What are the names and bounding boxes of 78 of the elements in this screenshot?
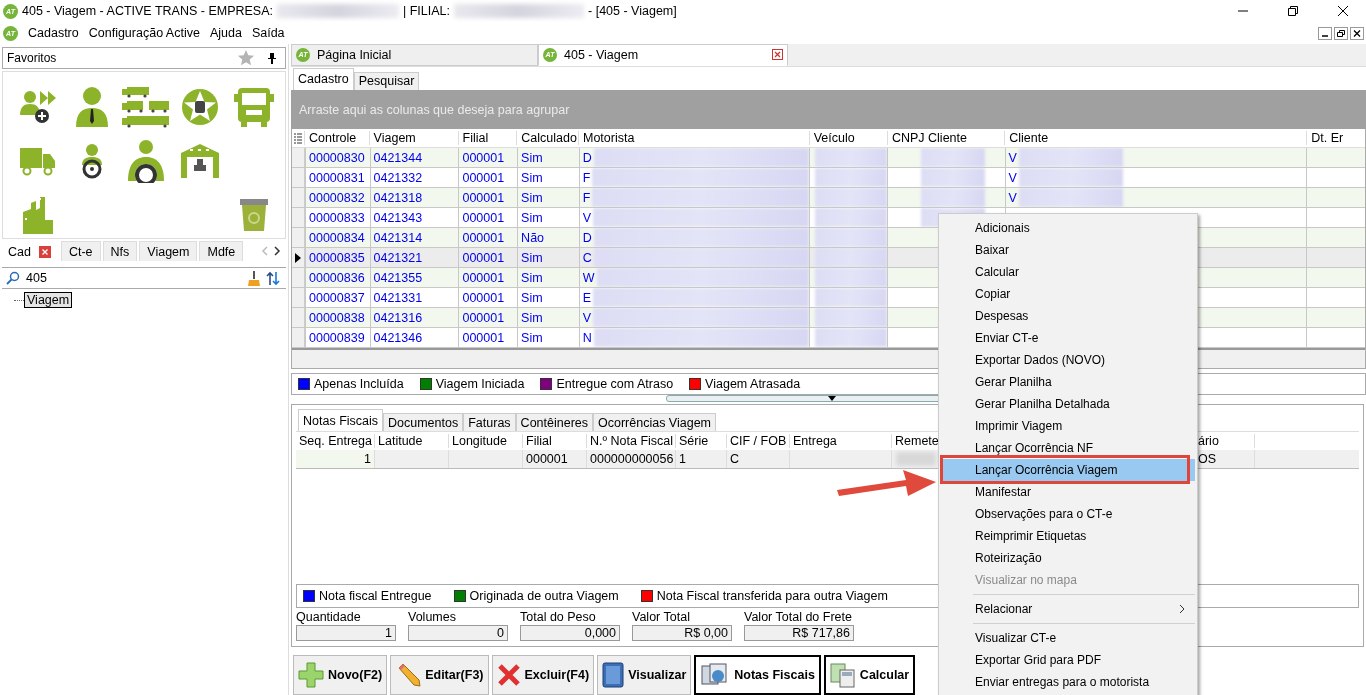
table-cell: OS <box>1198 452 1217 467</box>
table-cell: 1 <box>364 452 371 467</box>
tab-label: Página Inicial <box>317 47 393 62</box>
field-label: Total do Peso <box>520 610 597 625</box>
table-cell: V <box>582 210 592 225</box>
favorites-title: Favoritos <box>7 51 58 65</box>
legend-label: Nota Fiscal transferida para outra Viagem <box>656 589 888 604</box>
field-label: Volumes <box>408 610 457 625</box>
table-cell: Sim <box>517 268 579 288</box>
table-cell: Sim <box>517 148 579 168</box>
field-label: Quantidade <box>296 610 362 625</box>
table-cell: Sim <box>517 288 579 308</box>
field-label: Valor Total <box>632 610 691 625</box>
table-cell: 000001 <box>458 188 518 208</box>
table-cell: 0421331 <box>369 288 459 308</box>
table-cell: 00000834 <box>305 228 370 248</box>
table-cell: W <box>582 270 595 285</box>
legend-label: Viagem Iniciada <box>435 376 525 391</box>
table-cell: Não <box>517 228 579 248</box>
table-cell: 00000839 <box>305 328 370 348</box>
legend-label: Apenas Incluída <box>314 376 404 391</box>
table-cell: D <box>582 150 592 165</box>
table-cell: 0421355 <box>369 268 459 288</box>
tab-label: 405 - Viagem <box>564 47 640 62</box>
table-cell: 000001 <box>458 268 518 288</box>
table-cell: 1 <box>679 452 686 467</box>
table-cell: 0421318 <box>369 188 459 208</box>
table-cell: F <box>582 170 591 185</box>
table-cell: F <box>582 190 591 205</box>
table-cell: 00000830 <box>305 148 370 168</box>
table-cell: 000001 <box>458 288 518 308</box>
table-cell: V <box>1008 170 1017 185</box>
table-cell: 00000833 <box>305 208 370 228</box>
table-cell: 000001 <box>458 228 518 248</box>
table-cell: D <box>582 230 592 245</box>
table-cell: 000001 <box>458 168 518 188</box>
table-cell: 0421344 <box>369 148 459 168</box>
table-cell: Sim <box>517 328 579 348</box>
field-label: Valor Total do Frete <box>744 610 853 625</box>
window-title: 405 - Viagem - ACTIVE TRANS - EMPRESA: <box>22 4 273 18</box>
table-cell: 0421321 <box>369 248 459 268</box>
legend-label: Viagem Atrasada <box>705 376 801 391</box>
table-cell: 000001 <box>458 328 518 348</box>
table-cell: V <box>582 310 592 325</box>
table-cell: 000001 <box>458 208 518 228</box>
table-cell: Sim <box>517 168 579 188</box>
table-cell: Sim <box>517 188 579 208</box>
table-cell: N <box>582 330 592 345</box>
table-cell: V <box>1008 190 1017 205</box>
table-cell: 000001 <box>458 248 518 268</box>
table-cell: 00000835 <box>305 248 370 268</box>
table-cell: 00000832 <box>305 188 370 208</box>
table-cell: 000001 <box>458 148 518 168</box>
table-cell: C <box>582 250 592 265</box>
group-hint: Arraste aqui as colunas que deseja para agrupar <box>299 102 570 117</box>
legend-label: Nota fiscal Entregue <box>319 589 432 604</box>
table-cell: Sim <box>517 208 579 228</box>
table-cell: 000001 <box>458 308 518 328</box>
table-cell: 000000000056 <box>590 452 674 467</box>
table-cell: 0421332 <box>369 168 459 188</box>
table-cell: 00000837 <box>305 288 370 308</box>
table-cell: Sim <box>517 308 579 328</box>
table-cell: 00000831 <box>305 168 370 188</box>
legend-label: Entregue com Atraso <box>556 376 674 391</box>
table-cell: 0421346 <box>369 328 459 348</box>
table-cell: E <box>582 290 592 305</box>
table-cell: 0421343 <box>369 208 459 228</box>
table-cell: 0421316 <box>369 308 459 328</box>
table-cell: 00000836 <box>305 268 370 288</box>
table-cell: 00000838 <box>305 308 370 328</box>
window-title: | FILIAL: <box>403 4 451 18</box>
table-cell: 000001 <box>526 452 568 467</box>
legend-label: Originada de outra Viagem <box>469 589 619 604</box>
table-cell: C <box>730 452 740 467</box>
table-cell: V <box>1008 150 1017 165</box>
window-title: - [405 - Viagem] <box>588 4 677 18</box>
table-cell: 0421314 <box>369 228 459 248</box>
table-cell: Sim <box>517 248 579 268</box>
